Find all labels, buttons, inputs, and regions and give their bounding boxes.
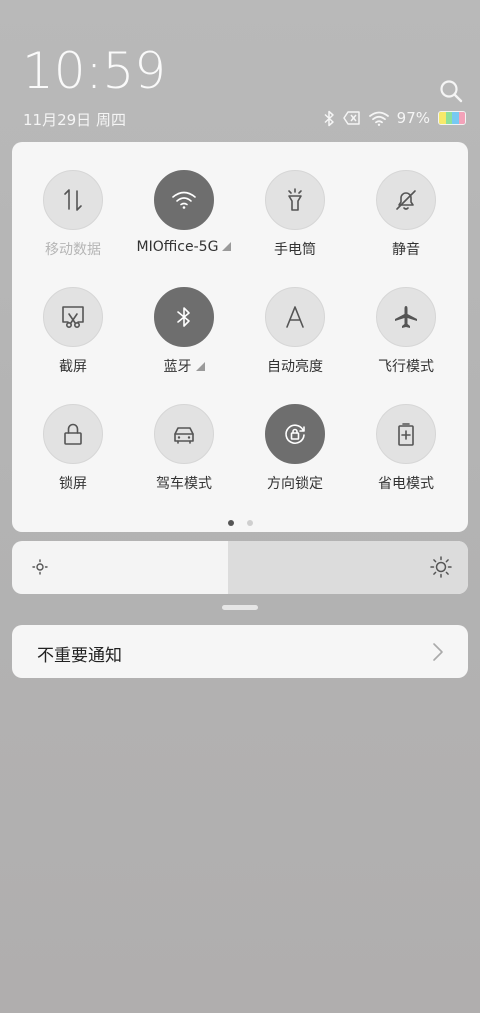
tile-label-text: 移动数据 xyxy=(45,242,101,258)
tile-label: 手电筒 xyxy=(239,239,351,259)
tile-label-text: 驾车模式 xyxy=(156,476,212,492)
tile-label: MIOffice-5G xyxy=(128,239,240,255)
rotation-lock-icon xyxy=(285,424,305,444)
tile-toggle[interactable] xyxy=(265,404,325,464)
auto-brightness-icon xyxy=(286,306,304,328)
brightness-high-icon xyxy=(430,556,452,578)
page-dot[interactable] xyxy=(227,520,234,526)
tile-label-text: 方向锁定 xyxy=(267,476,323,492)
brightness-slider[interactable] xyxy=(12,541,468,594)
chevron-right-icon xyxy=(433,643,443,661)
expand-indicator-icon[interactable] xyxy=(222,242,232,251)
brightness-low-icon xyxy=(32,559,48,575)
tile-rotation-lock[interactable]: 方向锁定 xyxy=(239,404,351,504)
page-indicator xyxy=(12,520,468,526)
clock: 10:59 xyxy=(22,42,167,100)
tile-label: 驾车模式 xyxy=(128,473,240,493)
tile-label-text: 蓝牙 xyxy=(163,359,192,375)
tile-label: 移动数据 xyxy=(17,239,129,259)
tile-toggle[interactable] xyxy=(265,170,325,230)
tile-auto-brightness[interactable]: 自动亮度 xyxy=(239,287,351,387)
mobile-data-icon xyxy=(64,189,82,211)
no-sim-icon xyxy=(342,111,360,125)
tile-label-text: 截屏 xyxy=(59,359,87,375)
drag-handle[interactable] xyxy=(222,605,258,610)
tile-toggle[interactable] xyxy=(265,287,325,347)
tile-label: 飞行模式 xyxy=(350,356,462,376)
screenshot-icon xyxy=(62,306,84,328)
tile-car[interactable]: 驾车模式 xyxy=(128,404,240,504)
tile-airplane[interactable]: 飞行模式 xyxy=(350,287,462,387)
tile-screenshot[interactable]: 截屏 xyxy=(17,287,129,387)
flashlight-icon xyxy=(288,188,302,211)
tile-label-text: MIOffice-5G xyxy=(136,239,219,255)
tile-toggle[interactable] xyxy=(154,404,214,464)
tile-bell-off[interactable]: 静音 xyxy=(350,170,462,270)
bluetooth-icon xyxy=(177,307,190,327)
tile-bluetooth[interactable]: 蓝牙 xyxy=(128,287,240,387)
tile-toggle[interactable] xyxy=(154,287,214,347)
tile-label: 锁屏 xyxy=(17,473,129,493)
tile-flashlight[interactable]: 手电筒 xyxy=(239,170,351,270)
unimportant-notifications[interactable]: 不重要通知 xyxy=(12,625,468,678)
wifi-status-icon xyxy=(368,111,389,126)
tile-toggle[interactable] xyxy=(43,287,103,347)
tile-label: 方向锁定 xyxy=(239,473,351,493)
battery-icon xyxy=(438,111,466,125)
tile-battery-saver[interactable]: 省电模式 xyxy=(350,404,462,504)
tile-toggle[interactable] xyxy=(376,404,436,464)
tile-label-text: 手电筒 xyxy=(274,242,316,258)
tile-label-text: 锁屏 xyxy=(59,476,87,492)
tile-label: 静音 xyxy=(350,239,462,259)
car-icon xyxy=(174,427,194,444)
notification-label: 不重要通知 xyxy=(37,646,122,666)
airplane-icon xyxy=(395,306,417,328)
tile-toggle[interactable] xyxy=(43,170,103,230)
battery-percent: 97% xyxy=(396,109,430,127)
tile-label: 自动亮度 xyxy=(239,356,351,376)
tile-label-text: 飞行模式 xyxy=(378,359,434,375)
tile-label: 蓝牙 xyxy=(128,356,240,376)
bluetooth-status-icon xyxy=(324,110,334,126)
tile-mobile-data[interactable]: 移动数据 xyxy=(17,170,129,270)
battery-saver-icon xyxy=(398,423,414,446)
tile-toggle[interactable] xyxy=(43,404,103,464)
tile-toggle[interactable] xyxy=(376,170,436,230)
tile-label: 截屏 xyxy=(17,356,129,376)
lock-icon xyxy=(64,423,82,445)
quick-settings-panel: 移动数据 MIOffice-5G 手电筒 静音截屏 蓝牙 自动亮度 飞行模式锁屏 驾车模式 方向… xyxy=(12,142,468,532)
status-bar: 97% xyxy=(323,108,466,128)
tile-toggle[interactable] xyxy=(376,287,436,347)
tile-label-text: 自动亮度 xyxy=(267,359,323,375)
tile-label-text: 静音 xyxy=(392,242,420,258)
bell-off-icon xyxy=(396,190,416,210)
tile-lock[interactable]: 锁屏 xyxy=(17,404,129,504)
date: 11月29日 周四 xyxy=(23,111,126,129)
search-icon[interactable] xyxy=(438,78,464,104)
tile-toggle[interactable] xyxy=(154,170,214,230)
expand-indicator-icon[interactable] xyxy=(195,362,205,371)
tile-label-text: 省电模式 xyxy=(378,476,434,492)
tile-label: 省电模式 xyxy=(350,473,462,493)
tile-wifi[interactable]: MIOffice-5G xyxy=(128,170,240,270)
page-dot[interactable] xyxy=(246,520,253,526)
wifi-icon xyxy=(172,191,196,209)
